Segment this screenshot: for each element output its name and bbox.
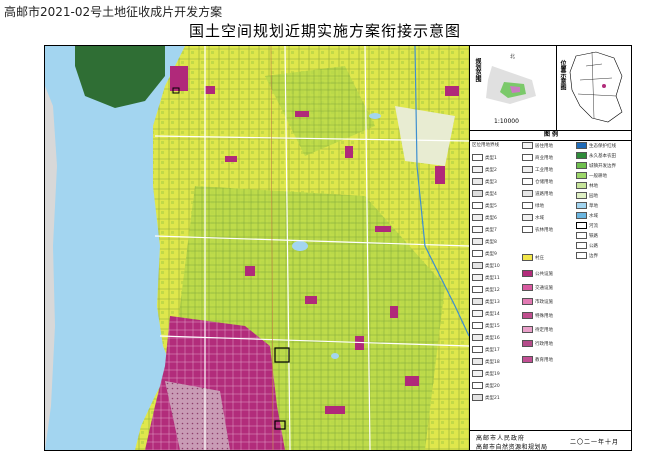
legend-col3-5: 园地 bbox=[576, 192, 598, 199]
legend-col2-5: 绿地 bbox=[522, 202, 544, 209]
legend-col2-15: 教育用地 bbox=[522, 356, 553, 363]
side-panel: 规划范围 北 1:10000 位置示意图 图 例 区位用地界线 类型1 类型2 … bbox=[469, 46, 631, 451]
legend-col1-4: 类型4 bbox=[472, 190, 497, 197]
legend-col1-14: 类型14 bbox=[472, 310, 500, 317]
legend-col1-0: 区位用地界线 bbox=[472, 143, 499, 148]
svg-text:北: 北 bbox=[510, 53, 515, 60]
footer: 高邮市人民政府 高邮市自然资源和规划局 二〇二一年十月 bbox=[470, 430, 631, 451]
legend-col2-9: 公共设施 bbox=[522, 270, 553, 277]
legend-col2-10: 交通设施 bbox=[522, 284, 553, 291]
legend-col3-4: 林地 bbox=[576, 182, 598, 189]
map-canvas bbox=[45, 46, 470, 450]
legend-col3-10: 公路 bbox=[576, 242, 598, 249]
footer-date: 二〇二一年十月 bbox=[570, 439, 620, 446]
legend-col1-8: 类型8 bbox=[472, 238, 497, 245]
legend-col1-15: 类型15 bbox=[472, 322, 500, 329]
location-diagram bbox=[569, 51, 623, 123]
legend-col1-6: 类型6 bbox=[472, 214, 497, 221]
legend-col2-1: 商业用地 bbox=[522, 154, 553, 161]
legend: 区位用地界线 类型1 类型2 类型3 类型4 类型5 类型6 类型7 类型8 类… bbox=[472, 142, 630, 422]
legend-col1-9: 类型9 bbox=[472, 250, 497, 257]
legend-col1-12: 类型12 bbox=[472, 286, 500, 293]
legend-col3-11: 边界 bbox=[576, 252, 598, 259]
legend-col2-12: 特殊用地 bbox=[522, 312, 553, 319]
map-frame: 规划范围 北 1:10000 位置示意图 图 例 区位用地界线 类型1 类型2 … bbox=[44, 45, 632, 451]
legend-col1-10: 类型10 bbox=[472, 262, 500, 269]
legend-col1-3: 类型3 bbox=[472, 178, 497, 185]
legend-col1-18: 类型18 bbox=[472, 358, 500, 365]
legend-col2-3: 仓储用地 bbox=[522, 178, 553, 185]
legend-col1-17: 类型17 bbox=[472, 346, 500, 353]
map-title: 国土空间规划近期实施方案衔接示意图 bbox=[188, 22, 461, 40]
legend-col1-13: 类型13 bbox=[472, 298, 500, 305]
legend-col3-0: 生态保护红线 bbox=[576, 142, 616, 149]
legend-col2-6: 水域 bbox=[522, 214, 544, 221]
legend-col2-4: 道路用地 bbox=[522, 190, 553, 197]
legend-col3-2: 城镇开发边界 bbox=[576, 162, 616, 169]
legend-col2-7: 农林用地 bbox=[522, 226, 553, 233]
legend-col2-13: 待定用地 bbox=[522, 326, 553, 333]
legend-col3-6: 草地 bbox=[576, 202, 598, 209]
location-box: 位置示意图 bbox=[556, 46, 631, 131]
legend-heading: 图 例 bbox=[470, 130, 631, 141]
legend-col1-5: 类型5 bbox=[472, 202, 497, 209]
legend-col2-8: 村庄 bbox=[522, 254, 544, 261]
legend-col1-7: 类型7 bbox=[472, 226, 497, 233]
land-use-map[interactable] bbox=[45, 46, 470, 450]
footer-org2: 高邮市自然资源和规划局 bbox=[476, 444, 548, 451]
legend-col3-1: 永久基本农田 bbox=[576, 152, 616, 159]
legend-col2-2: 工业用地 bbox=[522, 166, 553, 173]
legend-col1-19: 类型19 bbox=[472, 370, 500, 377]
legend-col1-11: 类型11 bbox=[472, 274, 500, 281]
legend-col1-20: 类型20 bbox=[472, 382, 500, 389]
legend-col1-21: 类型21 bbox=[472, 394, 500, 401]
project-title: 高邮市2021-02号土地征收成片开发方案 bbox=[4, 5, 223, 19]
scale-text: 1:10000 bbox=[494, 118, 519, 125]
legend-col1-1: 类型1 bbox=[472, 154, 497, 161]
footer-org1: 高邮市人民政府 bbox=[476, 435, 526, 442]
legend-col2-11: 市政设施 bbox=[522, 298, 553, 305]
legend-col3-7: 水域 bbox=[576, 212, 598, 219]
legend-col3-3: 一般耕地 bbox=[576, 172, 607, 179]
legend-col1-2: 类型2 bbox=[472, 166, 497, 173]
scale-box: 规划范围 北 1:10000 bbox=[470, 46, 557, 131]
legend-col1-16: 类型16 bbox=[472, 334, 500, 341]
legend-col2-14: 行政用地 bbox=[522, 340, 553, 347]
legend-col3-8: 河流 bbox=[576, 222, 598, 229]
legend-col2-0: 居住用地 bbox=[522, 142, 553, 149]
legend-col3-9: 铁路 bbox=[576, 232, 598, 239]
